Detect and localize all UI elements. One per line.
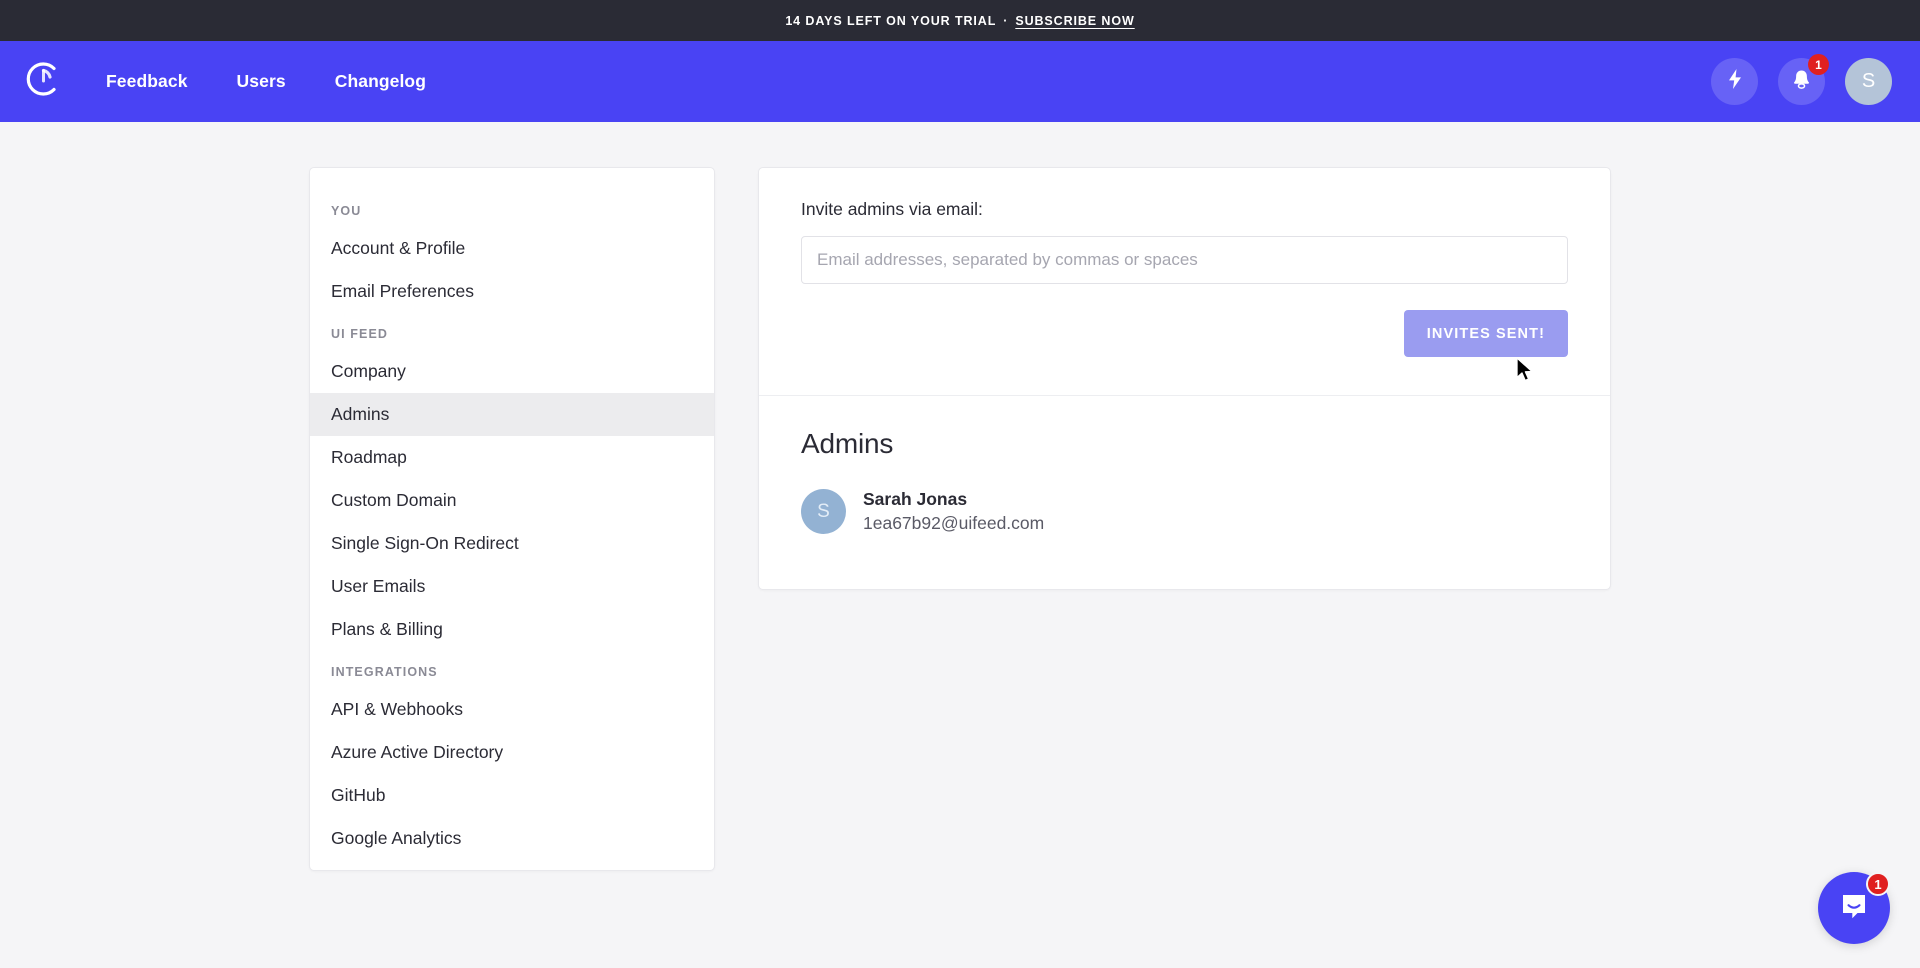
sidebar-item-azure-active-directory[interactable]: Azure Active Directory [310,731,714,774]
sidebar-item-admins[interactable]: Admins [310,393,714,436]
sidebar-group-you: YOU Account & Profile Email Preferences [310,190,714,313]
nav-actions: 1 S [1711,58,1892,105]
top-navigation-bar: Feedback Users Changelog 1 S [0,41,1920,122]
sidebar-item-api-webhooks[interactable]: API & Webhooks [310,688,714,731]
nav-link-changelog[interactable]: Changelog [335,71,426,92]
sidebar-item-user-emails[interactable]: User Emails [310,565,714,608]
quick-actions-button[interactable] [1711,58,1758,105]
send-invites-button[interactable]: INVITES SENT! [1404,310,1568,357]
invite-emails-input[interactable] [801,236,1568,284]
trial-banner-text: 14 DAYS LEFT ON YOUR TRIAL [785,14,996,28]
trial-banner: 14 DAYS LEFT ON YOUR TRIAL · SUBSCRIBE N… [0,0,1920,41]
settings-sidebar: YOU Account & Profile Email Preferences … [309,167,715,871]
admin-avatar: S [801,489,846,534]
sidebar-group-ui-feed: UI FEED Company Admins Roadmap Custom Do… [310,313,714,651]
invite-actions-row: INVITES SENT! [801,310,1568,357]
admin-avatar-initial: S [817,501,830,523]
sidebar-item-google-analytics[interactable]: Google Analytics [310,817,714,860]
admins-list-section: Admins S Sarah Jonas 1ea67b92@uifeed.com [759,396,1610,589]
lightning-bolt-icon [1726,68,1744,95]
notifications-badge: 1 [1808,54,1829,75]
primary-nav-links: Feedback Users Changelog [106,71,426,92]
sidebar-group-title-you: YOU [310,190,714,227]
admin-list-item[interactable]: S Sarah Jonas 1ea67b92@uifeed.com [801,488,1568,535]
page-content: YOU Account & Profile Email Preferences … [0,122,1920,871]
intercom-unread-badge: 1 [1866,872,1890,896]
sidebar-item-account-profile[interactable]: Account & Profile [310,227,714,270]
sidebar-item-custom-domain[interactable]: Custom Domain [310,479,714,522]
notifications-button[interactable]: 1 [1778,58,1825,105]
canny-c-logo-icon [23,59,63,104]
sidebar-group-integrations: INTEGRATIONS API & Webhooks Azure Active… [310,651,714,860]
sidebar-item-roadmap[interactable]: Roadmap [310,436,714,479]
admin-details: Sarah Jonas 1ea67b92@uifeed.com [863,488,1044,535]
bell-icon [1790,68,1813,96]
admins-settings-panel: Invite admins via email: INVITES SENT! A… [758,167,1611,590]
invite-admins-label: Invite admins via email: [801,199,1568,220]
sidebar-item-company[interactable]: Company [310,350,714,393]
sidebar-item-plans-billing[interactable]: Plans & Billing [310,608,714,651]
sidebar-item-github[interactable]: GitHub [310,774,714,817]
intercom-chat-smiley-icon [1837,889,1871,928]
nav-link-feedback[interactable]: Feedback [106,71,188,92]
intercom-messenger-launcher[interactable]: 1 [1818,872,1890,944]
admin-email: 1ea67b92@uifeed.com [863,512,1044,536]
sidebar-item-single-sign-on-redirect[interactable]: Single Sign-On Redirect [310,522,714,565]
canny-logo-button[interactable] [20,59,66,105]
invite-admins-section: Invite admins via email: INVITES SENT! [759,168,1610,395]
sidebar-group-title-ui-feed: UI FEED [310,313,714,350]
subscribe-now-link[interactable]: SUBSCRIBE NOW [1015,14,1134,28]
sidebar-item-email-preferences[interactable]: Email Preferences [310,270,714,313]
sidebar-group-title-integrations: INTEGRATIONS [310,651,714,688]
admin-name: Sarah Jonas [863,488,1044,512]
nav-link-users[interactable]: Users [237,71,286,92]
user-avatar-initial: S [1862,70,1875,93]
admins-heading: Admins [801,428,1568,460]
trial-banner-separator: · [1003,14,1008,28]
user-avatar-button[interactable]: S [1845,58,1892,105]
